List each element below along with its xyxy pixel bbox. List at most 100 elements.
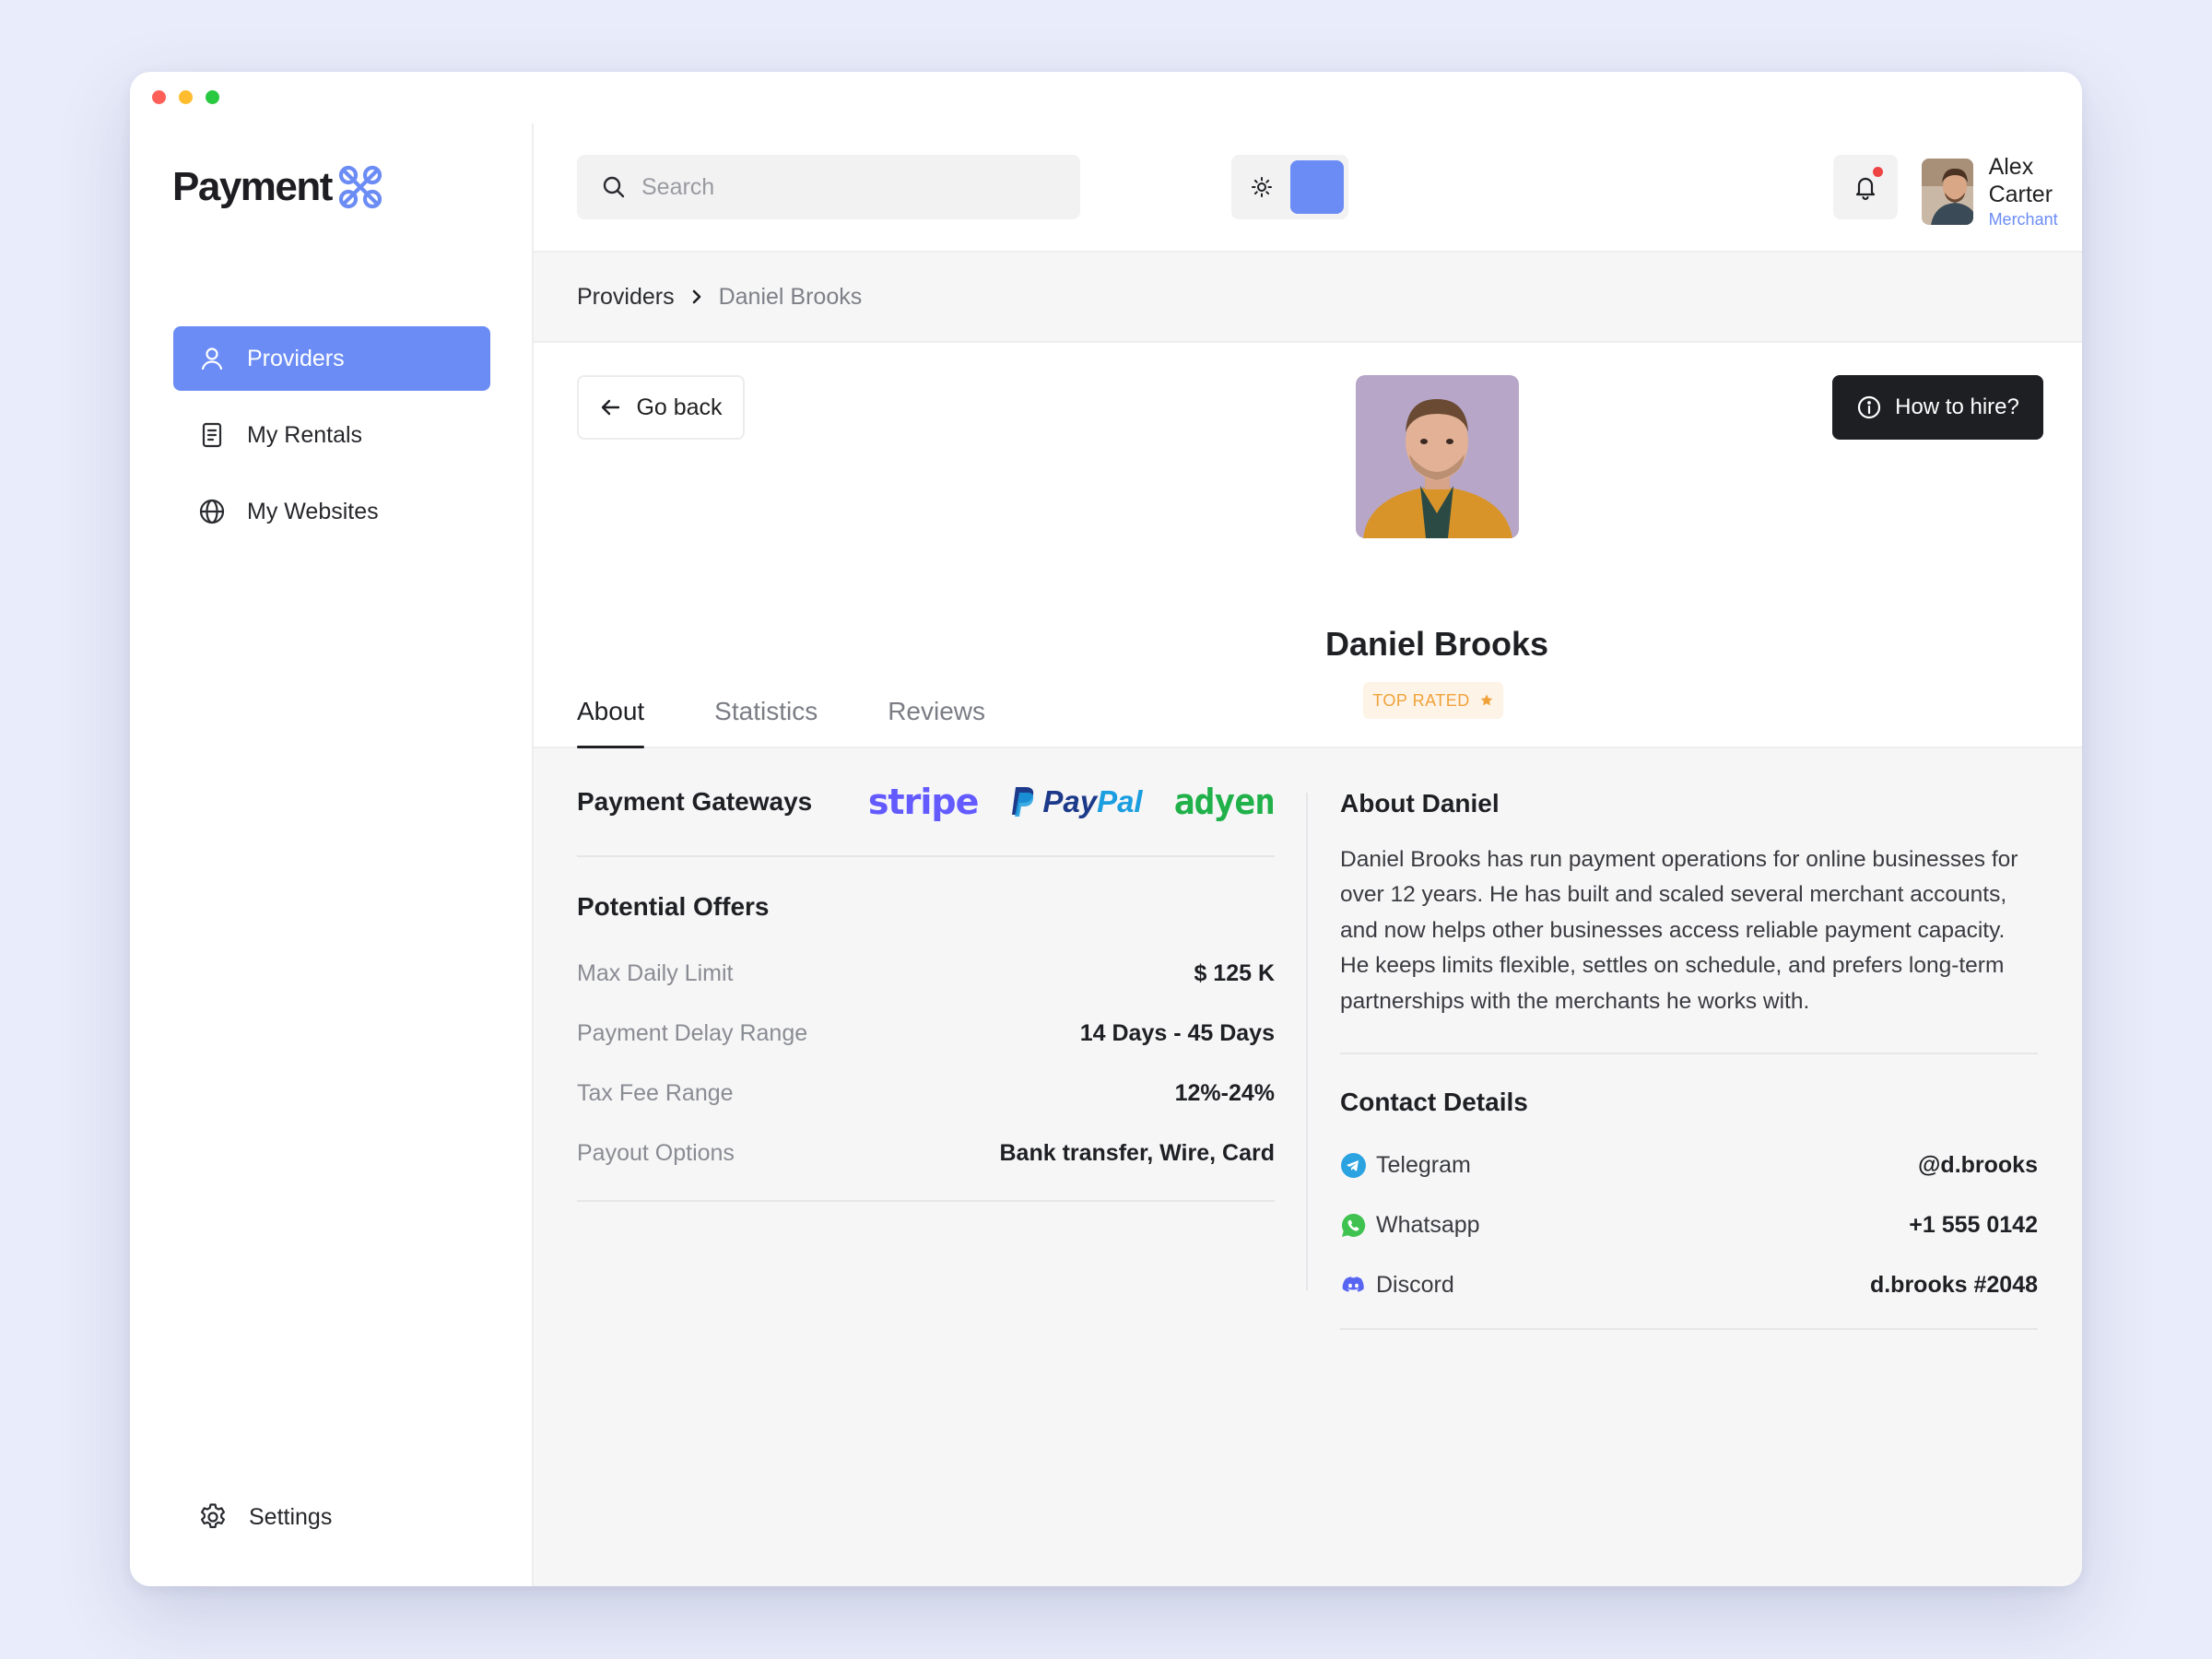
star-icon [1480,694,1493,706]
divider [1340,1328,2038,1331]
contact-row: Telegram @d.brooks [1340,1135,2038,1195]
potential-offers-title: Potential Offers [577,892,770,921]
paypal-mark-icon [1012,787,1034,817]
sidebar-item-providers[interactable]: Providers [173,326,490,391]
user-name: Alex Carter [1988,154,2053,207]
sidebar-item-settings[interactable]: Settings [197,1501,332,1533]
contact-details: Contact Details Telegram @d.brooks Whats… [1340,1054,2038,1331]
notification-badge [1873,167,1883,177]
sidebar: Payment Providers My Rentals My Websites… [130,124,534,1586]
avatar [1922,159,1973,225]
contact-row: Whatsapp +1 555 0142 [1340,1195,2038,1255]
whatsapp-icon [1341,1214,1366,1238]
dark-mode-option[interactable] [1290,160,1344,214]
chevron-right-icon [692,289,700,304]
gear-icon [201,1503,225,1528]
contact-value[interactable]: +1 555 0142 [1909,1212,2038,1239]
contact-label: Whatsapp [1340,1212,1480,1239]
contact-value[interactable]: @d.brooks [1918,1152,2038,1179]
potential-offers: Potential Offers Max Daily Limit $ 125 K… [577,857,1275,1202]
payment-gateways-title: Payment Gateways [577,787,813,816]
offer-value: 14 Days - 45 Days [1079,1020,1275,1046]
stripe-logo: stripe [867,782,980,822]
column-divider [1306,793,1308,1290]
contact-label: Discord [1340,1272,1454,1299]
top-bar: Alex Carter Merchant [534,124,2082,253]
offer-label: Max Daily Limit [577,960,734,986]
globe-icon [199,499,225,524]
badge-label: TOP RATED [1372,690,1470,710]
offer-value: 12%-24% [1174,1080,1275,1106]
sidebar-nav: Providers My Rentals My Websites [173,326,490,556]
how-to-hire-label: How to hire? [1895,394,2019,419]
tab-reviews[interactable]: Reviews [888,697,985,747]
right-column: About Daniel Daniel Brooks has run payme… [1340,748,2038,1331]
about-content: Payment Gateways stripe PayPal adyen Pot… [534,748,2082,1586]
gateway-logos: stripe PayPal adyen [867,782,1276,822]
top-rated-badge: TOP RATED [1363,682,1503,719]
paypal-wordmark: PayPal [1042,784,1142,819]
contact-label-text: Telegram [1376,1152,1471,1179]
go-back-button[interactable]: Go back [577,375,745,440]
document-icon [202,422,222,448]
contact-label: Telegram [1340,1152,1471,1179]
search-input[interactable] [641,173,1065,201]
about-title: About Daniel [1340,789,1500,818]
info-icon [1858,395,1881,419]
maximize-dot[interactable] [206,90,219,104]
offer-value: Bank transfer, Wire, Card [999,1140,1276,1166]
offer-label: Tax Fee Range [577,1080,734,1106]
about-text: Daniel Brooks has run payment operations… [1340,847,2018,1014]
minimize-dot[interactable] [179,90,193,104]
search-icon [603,176,625,198]
user-icon [201,347,223,371]
contact-row: Discord d.brooks #2048 [1340,1255,2038,1315]
theme-toggle[interactable] [1231,155,1348,219]
breadcrumb-current: Daniel Brooks [718,283,863,310]
offer-row: Tax Fee Range 12%-24% [577,1064,1275,1124]
offer-value: $ 125 K [1194,960,1275,986]
contact-label-text: Whatsapp [1376,1212,1480,1239]
user-info: Alex Carter Merchant [1989,153,2078,230]
offer-row: Max Daily Limit $ 125 K [577,944,1275,1004]
settings-label: Settings [249,1503,333,1530]
tab-statistics[interactable]: Statistics [714,697,818,747]
close-dot[interactable] [152,90,166,104]
brand-logo[interactable]: Payment [172,164,383,210]
about-section: About Daniel Daniel Brooks has run payme… [1340,748,2038,1055]
breadcrumb-providers[interactable]: Providers [577,284,675,311]
offer-row: Payout Options Bank transfer, Wire, Card [577,1124,1275,1183]
paypal-word-pay: Pay [1042,784,1098,818]
brand-mark-icon [338,165,382,209]
provider-avatar [1356,375,1519,538]
offer-label: Payment Delay Range [577,1020,808,1046]
offer-label: Payout Options [577,1140,735,1166]
adyen-logo: adyen [1173,782,1276,822]
user-menu[interactable]: Alex Carter Merchant [1922,153,2082,230]
how-to-hire-button[interactable]: How to hire? [1832,375,2043,440]
sidebar-item-label: My Websites [247,498,379,524]
notifications-button[interactable] [1833,155,1898,219]
light-mode-option[interactable] [1236,159,1288,215]
contact-value[interactable]: d.brooks #2048 [1870,1272,2038,1299]
brand-name: Payment [172,164,333,209]
breadcrumb: Providers Daniel Brooks [534,253,2082,343]
search-box[interactable] [577,155,1080,219]
contact-label-text: Discord [1376,1272,1454,1299]
payment-gateways: Payment Gateways stripe PayPal adyen [577,748,1276,857]
profile-header: Go back Daniel Brooks TOP RATED How to h… [534,343,2082,748]
app-window: Payment Providers My Rentals My Websites… [130,72,2082,1586]
contact-details-title: Contact Details [1340,1088,1528,1117]
go-back-label: Go back [636,394,723,420]
sidebar-item-label: Providers [247,345,345,371]
provider-name: Daniel Brooks [1324,625,1549,663]
left-column: Payment Gateways stripe PayPal adyen Pot… [577,748,1276,1202]
tab-about[interactable]: About [577,697,645,748]
profile-tabs: About Statistics Reviews [577,697,1055,748]
sidebar-item-my-rentals[interactable]: My Rentals [173,403,490,467]
sidebar-item-my-websites[interactable]: My Websites [173,479,490,544]
user-role: Merchant [1988,210,2058,229]
sidebar-item-label: My Rentals [247,421,363,448]
window-controls [152,90,219,104]
paypal-logo: PayPal [1009,784,1143,819]
